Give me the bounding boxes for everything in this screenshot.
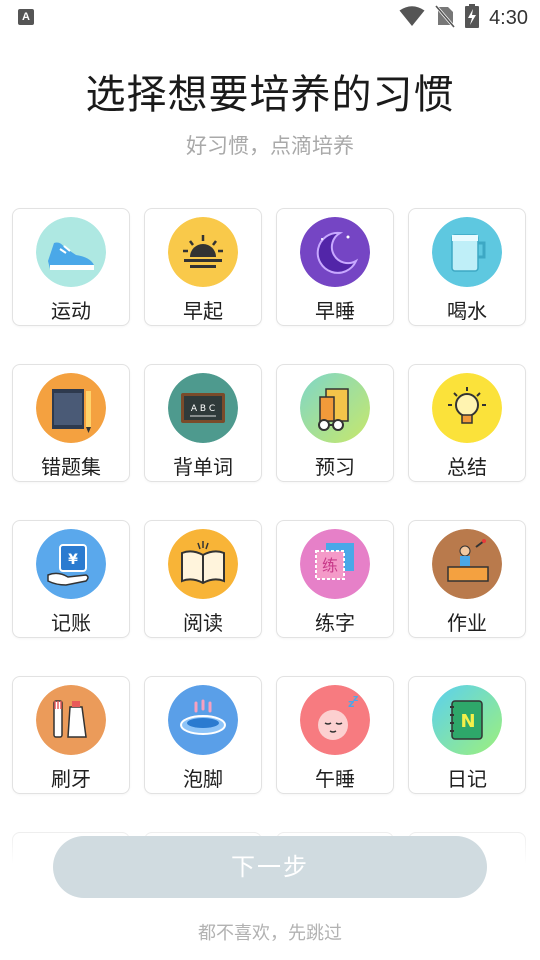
foot-bath-icon: [168, 685, 238, 755]
habit-label: 早起: [183, 299, 223, 323]
habit-card[interactable]: 泡脚: [144, 676, 262, 794]
habit-label: 泡脚: [183, 767, 223, 791]
habit-card[interactable]: 喝水: [408, 208, 526, 326]
habit-label: 刷牙: [51, 767, 91, 791]
habit-label: 午睡: [315, 767, 355, 791]
status-time: 4:30: [489, 6, 528, 29]
status-icons: 4:30: [399, 4, 528, 32]
habit-card[interactable]: N 日记: [408, 676, 526, 794]
habit-label: 预习: [315, 455, 355, 479]
teacher-desk-icon: [432, 529, 502, 599]
habit-label: 喝水: [447, 299, 487, 323]
water-cup-icon: [432, 217, 502, 287]
habit-label: 作业: [447, 611, 487, 635]
notebook-icon: [36, 373, 106, 443]
battery-charging-icon: [465, 4, 480, 32]
habit-label: 练字: [315, 611, 355, 635]
habit-grid: 运动 早起 早睡 喝水 错题集 A B C 背单词 预习 总结 ¥ 记账 阅读 …: [12, 208, 528, 794]
habit-label: 早睡: [315, 299, 355, 323]
wallet-hand-icon: ¥: [36, 529, 106, 599]
habit-card[interactable]: 早睡: [276, 208, 394, 326]
svg-text:¥: ¥: [68, 552, 78, 568]
page-subtitle: 好习惯，点滴培养: [186, 134, 354, 158]
habit-card[interactable]: 刷牙: [12, 676, 130, 794]
open-book-icon: [168, 529, 238, 599]
sleeping-face-icon: z z: [300, 685, 370, 755]
svg-text:A B C: A B C: [191, 404, 215, 414]
lightbulb-icon: [432, 373, 502, 443]
habit-label: 总结: [447, 455, 487, 479]
habit-card[interactable]: 运动: [12, 208, 130, 326]
habit-card[interactable]: 早起: [144, 208, 262, 326]
habit-label: 运动: [51, 299, 91, 323]
habit-label: 记账: [51, 611, 91, 635]
habit-card[interactable]: 预习: [276, 364, 394, 482]
sunrise-icon: [168, 217, 238, 287]
moon-icon: [300, 217, 370, 287]
next-button[interactable]: 下一步: [53, 836, 487, 898]
habit-card[interactable]: 练 练字: [276, 520, 394, 638]
habit-card[interactable]: z z 午睡: [276, 676, 394, 794]
diary-icon: N: [432, 685, 502, 755]
habit-card[interactable]: 总结: [408, 364, 526, 482]
no-sim-icon: [434, 4, 456, 32]
books-glasses-icon: [300, 373, 370, 443]
sneaker-icon: [36, 217, 106, 287]
habit-card[interactable]: 作业: [408, 520, 526, 638]
habit-label: 阅读: [183, 611, 223, 635]
habit-card[interactable]: ¥ 记账: [12, 520, 130, 638]
toothbrush-icon: [36, 685, 106, 755]
habit-card[interactable]: 阅读: [144, 520, 262, 638]
habit-label: 背单词: [173, 455, 233, 479]
svg-text:N: N: [460, 711, 475, 732]
skip-link[interactable]: 都不喜欢，先跳过: [0, 919, 540, 945]
svg-text:z: z: [353, 694, 358, 704]
habit-card[interactable]: 错题集: [12, 364, 130, 482]
habit-label: 错题集: [41, 455, 101, 479]
svg-text:练: 练: [322, 556, 338, 575]
wifi-icon: [399, 5, 425, 31]
habit-label: 日记: [447, 767, 487, 791]
notification-icon: A: [18, 9, 34, 25]
blackboard-icon: A B C: [168, 373, 238, 443]
calligraphy-icon: 练: [300, 529, 370, 599]
habit-card[interactable]: A B C 背单词: [144, 364, 262, 482]
page-title: 选择想要培养的习惯: [85, 72, 455, 118]
status-bar: A 4:30: [0, 0, 540, 36]
